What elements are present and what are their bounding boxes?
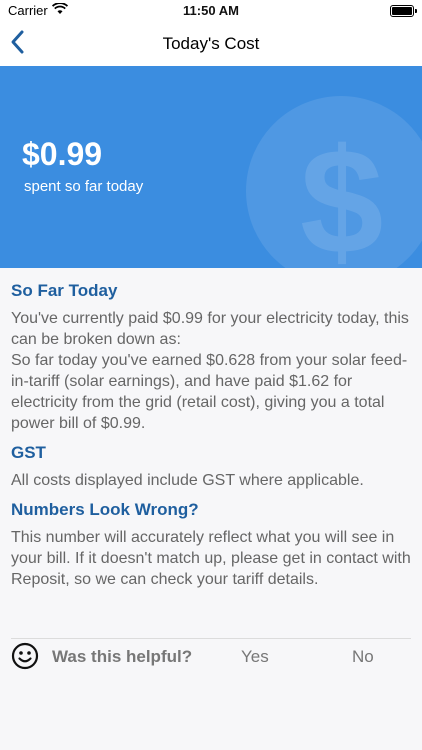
clock: 11:50 AM (183, 3, 239, 18)
cost-amount: $0.99 (22, 136, 103, 172)
feedback-row: Was this helpful? Yes No (11, 640, 411, 674)
gst-text: All costs displayed include GST where ap… (11, 472, 364, 489)
helpful-question: Was this helpful? (52, 647, 193, 666)
dollar-sign-icon: $ (300, 117, 384, 268)
section-heading-so-far-today: So Far Today (11, 281, 118, 300)
so-far-today-text: You've currently paid $0.99 for your ele… (11, 308, 413, 434)
page-title: Today's Cost (162, 34, 260, 53)
no-button[interactable]: No (352, 647, 374, 667)
so-far-today-breakdown: So far today you've earned $0.628 from y… (11, 352, 408, 432)
navigation-bar: Today's Cost (0, 22, 422, 66)
status-bar: Carrier 11:50 AM (0, 0, 422, 22)
section-heading-numbers-wrong: Numbers Look Wrong? (11, 500, 199, 519)
section-heading-gst: GST (11, 443, 46, 462)
cost-hero: $ $0.99 spent so far today (0, 66, 422, 268)
explanation-content: So Far Today You've currently paid $0.99… (11, 280, 413, 598)
battery-icon (390, 5, 417, 17)
numbers-wrong-text: This number will accurately reflect what… (11, 529, 411, 588)
divider (11, 638, 411, 639)
yes-button[interactable]: Yes (241, 647, 269, 667)
smiley-icon (11, 642, 39, 670)
so-far-today-paragraph: You've currently paid $0.99 for your ele… (11, 310, 409, 348)
cost-subtitle: spent so far today (24, 178, 144, 195)
